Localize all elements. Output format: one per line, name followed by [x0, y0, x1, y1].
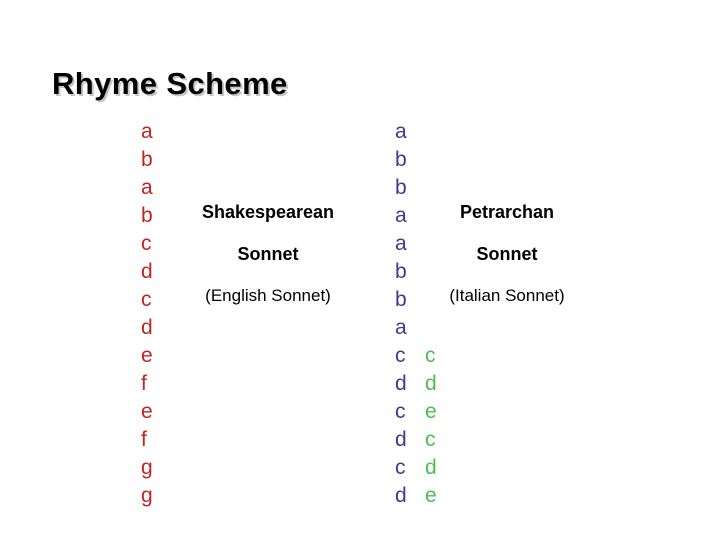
rhyme-letter: g — [141, 484, 153, 507]
rhyme-letter: e — [425, 400, 437, 423]
rhyme-letter: d — [395, 428, 407, 451]
rhyme-letter: d — [425, 372, 437, 395]
rhyme-letter: e — [141, 400, 153, 423]
rhyme-letter: c — [425, 428, 436, 451]
rhyme-letter: a — [395, 316, 407, 339]
rhyme-letter: d — [395, 484, 407, 507]
rhyme-letter: c — [395, 456, 406, 479]
rhyme-letter: f — [141, 372, 147, 395]
shakespearean-alt-name: (English Sonnet) — [205, 286, 331, 305]
rhyme-letter: e — [141, 344, 153, 367]
petrarchan-sestet-column: c d e c d e — [425, 118, 443, 510]
petrarchan-name: Petrarchan — [459, 202, 555, 222]
petrarchan-kind: Sonnet — [476, 244, 538, 264]
rhyme-letter: d — [141, 316, 153, 339]
rhyme-letter: a — [141, 120, 153, 143]
petrarchan-label-block: Petrarchan Sonnet (Italian Sonnet) — [387, 199, 627, 309]
rhyme-letter: b — [395, 148, 407, 171]
rhyme-letter: f — [141, 428, 147, 451]
rhyme-letter: e — [425, 484, 437, 507]
shakespearean-label-block: Shakespearean Sonnet (English Sonnet) — [148, 199, 388, 309]
rhyme-letter: d — [395, 372, 407, 395]
rhyme-letter: g — [141, 456, 153, 479]
rhyme-letter: c — [425, 344, 436, 367]
shakespearean-kind: Sonnet — [237, 244, 299, 264]
shakespearean-rhyme-column: a b a b c d c d e f e f g g — [141, 118, 159, 510]
petrarchan-rhyme-column: a b b a a b b a c d c d c d — [395, 118, 413, 510]
shakespearean-name: Shakespearean — [201, 202, 335, 222]
rhyme-letter: c — [395, 344, 406, 367]
rhyme-letter: b — [141, 148, 153, 171]
rhyme-letter: c — [395, 400, 406, 423]
rhyme-letter: a — [141, 176, 153, 199]
slide-canvas: Rhyme Scheme a b a b c d c d e f e f g g… — [0, 0, 720, 540]
rhyme-letter: a — [395, 120, 407, 143]
page-title: Rhyme Scheme — [52, 66, 288, 101]
petrarchan-alt-name: (Italian Sonnet) — [449, 286, 565, 305]
rhyme-letter: b — [395, 176, 407, 199]
rhyme-letter: d — [425, 456, 437, 479]
